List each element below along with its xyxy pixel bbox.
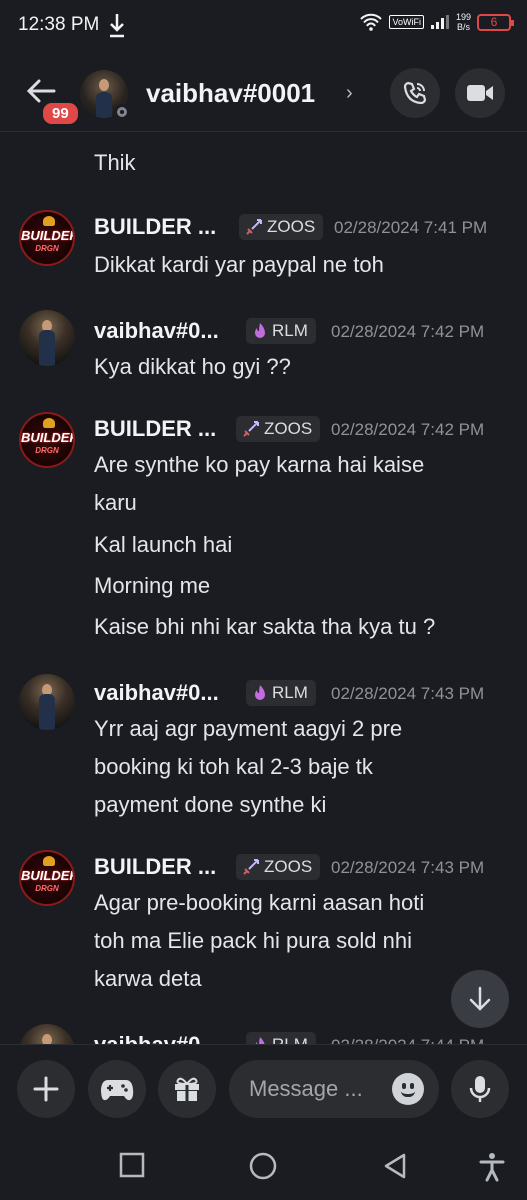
message-text: Kal launch hai [94, 532, 233, 557]
triangle-nav-icon[interactable] [382, 1152, 408, 1180]
status-bar: 12:38 PM VoWiFi 199 B/s 6 [0, 0, 527, 52]
download-icon [110, 14, 124, 38]
message-text: Kya dikkat ho gyi ?? [94, 354, 291, 379]
message-author[interactable]: vaibhav#0... [94, 1032, 219, 1044]
video-call-button[interactable] [455, 68, 505, 118]
dm-header: 99 vaibhav#0001 › [0, 52, 527, 132]
message-text: Morning me [94, 573, 211, 598]
network-speed: 199 B/s [455, 12, 471, 32]
page-title[interactable]: vaibhav#0001 [146, 78, 315, 109]
message-text: karu [94, 490, 137, 515]
message-text: toh ma Elie pack hi pura sold nhi [94, 928, 412, 953]
phone-call-icon [403, 81, 427, 105]
message-text: Agar pre-booking karni aasan hoti [94, 890, 425, 915]
vowifi-badge: VoWiFi [389, 15, 424, 29]
sword-icon [246, 219, 262, 235]
accessibility-icon[interactable] [479, 1152, 505, 1182]
message-composer [0, 1044, 527, 1134]
notification-badge: 99 [40, 100, 81, 127]
system-nav-bar [0, 1134, 527, 1200]
message-timestamp: 02/28/2024 7:43 PM [331, 858, 485, 877]
chevron-right-icon[interactable]: › [346, 82, 353, 105]
message-author[interactable]: BUILDER ... [94, 854, 216, 880]
message-author[interactable]: BUILDER ... [94, 214, 216, 240]
jump-to-latest-button[interactable] [451, 970, 509, 1028]
gamepad-icon [101, 1080, 134, 1101]
message-text: karwa deta [94, 966, 202, 991]
avatar[interactable] [19, 310, 75, 366]
arrow-down-icon [469, 986, 491, 1011]
message-author[interactable]: vaibhav#0... [94, 318, 219, 344]
message-timestamp: 02/28/2024 7:44 PM [331, 1036, 484, 1044]
offline-status-icon [114, 104, 130, 120]
voice-call-button[interactable] [390, 68, 440, 118]
sword-icon [243, 859, 259, 875]
wifi-icon [360, 13, 383, 31]
avatar[interactable]: BUILDER DRGN [19, 210, 75, 266]
message-text: Yrr aaj agr payment aagyi 2 pre [94, 716, 403, 741]
message-text: Thik [94, 150, 136, 175]
square-nav-icon[interactable] [119, 1152, 145, 1178]
plus-icon [33, 1076, 59, 1102]
message-text: Dikkat kardi yar paypal ne toh [94, 252, 384, 277]
emoji-icon[interactable] [392, 1073, 424, 1105]
message-list[interactable]: vaibhav#0... Thik BUILDERDRGN BUILDER ..… [0, 132, 527, 1044]
message-text: Kaise bhi nhi kar sakta tha kya tu ? [94, 614, 436, 639]
activities-button[interactable] [88, 1060, 146, 1118]
add-attachment-button[interactable] [17, 1060, 75, 1118]
role-tag[interactable]: ZOOS [236, 854, 321, 880]
avatar[interactable] [19, 674, 75, 730]
avatar[interactable]: BUILDER DRGN [19, 412, 75, 468]
battery-indicator: 6 [477, 13, 514, 31]
role-tag[interactable]: RLM [246, 1032, 316, 1044]
clock: 12:38 PM [18, 14, 100, 35]
role-tag[interactable]: RLM [246, 318, 316, 344]
message-timestamp: 02/28/2024 7:41 PM [334, 218, 488, 237]
flame-icon [255, 323, 265, 338]
circle-nav-icon[interactable] [249, 1152, 277, 1180]
role-tag[interactable]: ZOOS [239, 214, 324, 240]
microphone-icon [469, 1076, 491, 1102]
avatar[interactable]: BUILDER DRGN [19, 850, 75, 906]
video-call-icon [467, 85, 493, 101]
message-timestamp: 02/28/2024 7:43 PM [331, 684, 485, 703]
message-author[interactable]: vaibhav#0... [94, 680, 219, 706]
message-text: booking ki toh kal 2-3 baje tk [94, 754, 373, 779]
message-author[interactable]: BUILDER ... [94, 416, 216, 442]
role-tag[interactable]: RLM [246, 680, 316, 706]
avatar[interactable] [19, 1024, 75, 1044]
flame-icon [255, 685, 265, 700]
message-text: Are synthe ko pay karna hai kaise [94, 452, 425, 477]
voice-message-button[interactable] [451, 1060, 509, 1118]
gift-button[interactable] [158, 1060, 216, 1118]
signal-icon [430, 15, 449, 29]
message-text: payment done synthe ki [94, 792, 327, 817]
message-timestamp: 02/28/2024 7:42 PM [331, 322, 485, 341]
flame-icon [255, 1037, 265, 1044]
gift-icon [175, 1077, 199, 1101]
sword-icon [243, 421, 259, 437]
message-timestamp: 02/28/2024 7:42 PM [331, 420, 485, 439]
role-tag[interactable]: ZOOS [236, 416, 321, 442]
